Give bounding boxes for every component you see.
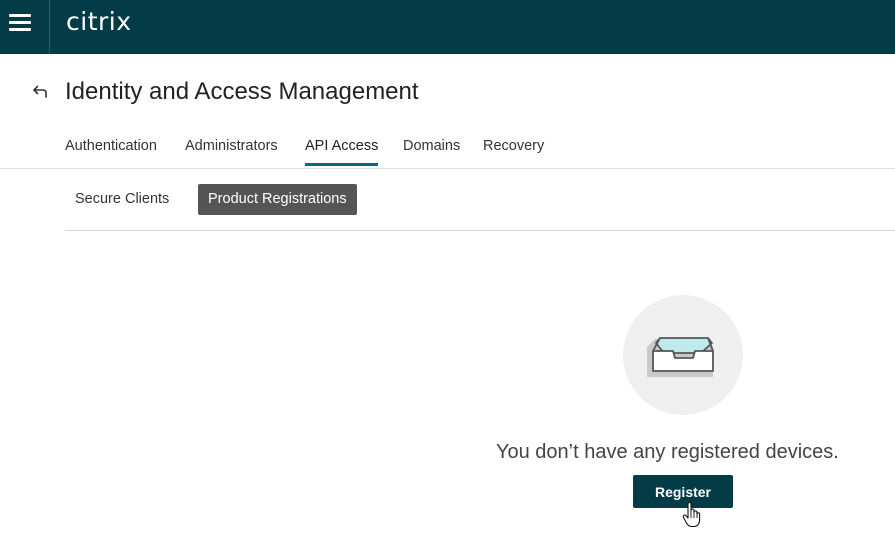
back-arrow-icon — [33, 85, 47, 98]
back-button[interactable] — [30, 82, 50, 102]
tab-api-access[interactable]: API Access — [305, 138, 379, 166]
subtab-product-registrations[interactable]: Product Registrations — [198, 184, 357, 215]
subtab-secure-clients[interactable]: Secure Clients — [75, 184, 169, 215]
tab-domains[interactable]: Domains — [403, 138, 460, 163]
divider — [65, 230, 895, 231]
page-title: Identity and Access Management — [65, 78, 419, 105]
top-navigation-bar: citrix — [0, 0, 895, 54]
hand-pointer-cursor-icon — [682, 502, 701, 528]
hamburger-menu-button[interactable] — [0, 0, 50, 54]
tab-recovery[interactable]: Recovery — [483, 138, 544, 163]
main-tabs: Authentication Administrators API Access… — [0, 128, 895, 169]
tab-authentication[interactable]: Authentication — [65, 138, 157, 163]
empty-state-illustration — [623, 295, 743, 415]
tab-administrators[interactable]: Administrators — [185, 138, 278, 163]
citrix-logo[interactable]: citrix — [66, 7, 132, 37]
empty-state-message: You don’t have any registered devices. — [496, 441, 839, 463]
empty-inbox-icon — [647, 337, 714, 377]
